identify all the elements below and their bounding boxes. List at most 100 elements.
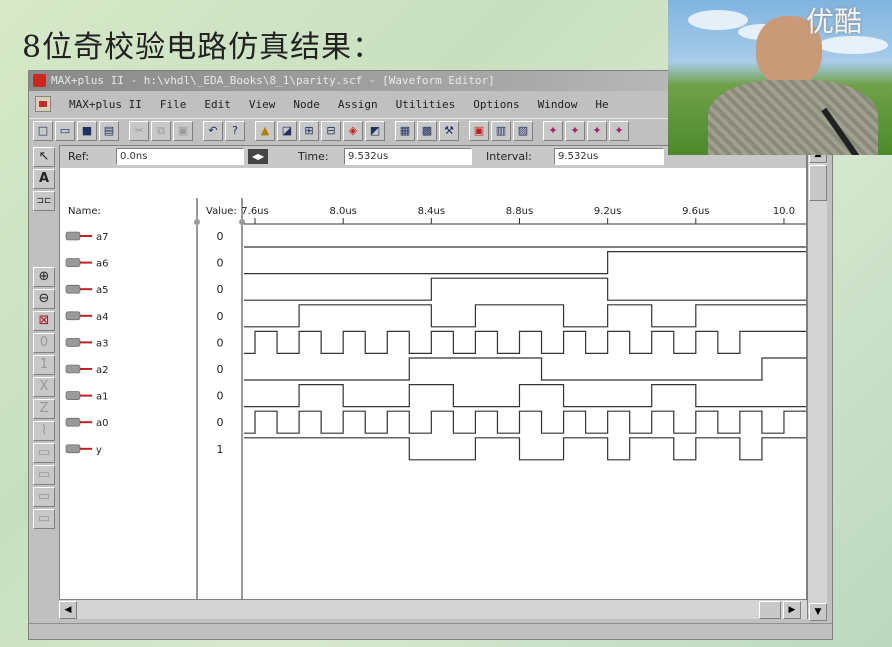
ref-field[interactable]: 0.0ns xyxy=(116,148,244,165)
invert-icon[interactable]: X xyxy=(33,377,55,397)
overwrite-clock-icon[interactable]: ⌇ xyxy=(33,421,55,441)
hierarchy-up-icon[interactable]: ▲ xyxy=(255,120,275,141)
waveform-canvas[interactable]: Name: Value: 7.6us 8.0us 8.4us 8.8us 9.2us 9.… xyxy=(60,168,806,600)
undo-icon[interactable]: ↶ xyxy=(203,120,223,141)
menu-node[interactable]: Node xyxy=(293,98,320,111)
floorplan-icon[interactable]: ◪ xyxy=(277,120,297,141)
vertical-thumb[interactable] xyxy=(809,165,827,201)
fit-window-icon[interactable]: ⊠ xyxy=(33,311,55,331)
time-field: 9.532us xyxy=(344,148,472,165)
stretch-icon[interactable]: ▭ xyxy=(33,509,55,529)
zoom-fit-icon[interactable]: ▥ xyxy=(491,120,511,141)
node-tool-icon[interactable]: ⊐⊏ xyxy=(33,191,55,211)
menu-edit[interactable]: Edit xyxy=(204,98,231,111)
input-pin-icon xyxy=(65,338,81,347)
scroll-down-icon[interactable]: ▼ xyxy=(809,603,827,621)
signal-name: y xyxy=(96,445,102,456)
waveform-trace-a0[interactable] xyxy=(244,410,806,434)
compile-run-icon[interactable]: ▨ xyxy=(513,120,533,141)
signal-rows: a7 0a6 0a5 0a4 0a3 0a2 0a1 0a0 0y 1 xyxy=(65,230,806,461)
help-icon[interactable]: ? xyxy=(225,120,245,141)
menu-assign[interactable]: Assign xyxy=(338,98,378,111)
name-column-header: Name: xyxy=(68,206,101,217)
signal-row-a2[interactable]: a2 0 xyxy=(65,357,806,381)
time-tick-label: 8.8us xyxy=(506,206,533,217)
pointer-icon[interactable]: ↖ xyxy=(33,147,55,167)
signal-row-a4[interactable]: a4 0 xyxy=(65,304,806,328)
signal-row-y[interactable]: y1 xyxy=(65,437,806,461)
signal-row-a3[interactable]: a3 0 xyxy=(65,330,806,354)
time-tick-label: 10.0 xyxy=(773,206,795,217)
waveform-trace-a4[interactable] xyxy=(244,304,806,328)
signal-name: a6 xyxy=(96,259,109,270)
signal-value: 1 xyxy=(217,443,224,456)
document-icon[interactable] xyxy=(35,96,51,112)
wave-low-icon[interactable]: ✦ xyxy=(565,120,585,141)
signal-row-a1[interactable]: a1 0 xyxy=(65,384,806,408)
signal-name: a4 xyxy=(96,312,109,323)
waveform-toolstrip: ↖ A ⊐⊏ ⊕ ⊖ ⊠ 0 1 X Z ⌇ ▭ ▭ ▭ ▭ xyxy=(31,145,57,615)
interval-label: Interval: xyxy=(486,150,532,163)
menu-maxplus[interactable]: MAX+plus II xyxy=(69,98,142,111)
wave-invert-icon[interactable]: ✦ xyxy=(587,120,607,141)
video-watermark: 优酷 xyxy=(805,5,862,38)
wave-high-icon[interactable]: ✦ xyxy=(543,120,563,141)
paste-icon[interactable]: ▣ xyxy=(173,120,193,141)
signal-row-a0[interactable]: a0 0 xyxy=(65,410,806,434)
zoom-in-icon[interactable]: ⊕ xyxy=(33,267,55,287)
waveform-trace-a1[interactable] xyxy=(244,384,806,408)
signal-row-a6[interactable]: a6 0 xyxy=(65,251,806,275)
time-axis: 7.6us 8.0us 8.4us 8.8us 9.2us 9.6us 10.0 xyxy=(241,206,795,224)
menu-utilities[interactable]: Utilities xyxy=(396,98,456,111)
waveform-trace-a2[interactable] xyxy=(244,357,806,381)
divider-handle[interactable] xyxy=(194,219,200,225)
save-compile-icon[interactable]: ⚒ xyxy=(439,120,459,141)
print-icon[interactable]: ▤ xyxy=(99,120,119,141)
open-icon[interactable]: ▭ xyxy=(55,120,75,141)
save-check-icon[interactable]: ▩ xyxy=(417,120,437,141)
menu-window[interactable]: Window xyxy=(538,98,578,111)
save-simulate-icon[interactable]: ▣ xyxy=(469,120,489,141)
waveform-trace-a3[interactable] xyxy=(244,330,806,354)
menu-options[interactable]: Options xyxy=(473,98,519,111)
signal-value: 0 xyxy=(217,230,224,243)
copy-icon[interactable]: ⧉ xyxy=(151,120,171,141)
signal-name: a3 xyxy=(96,338,109,349)
interval-field: 9.532us xyxy=(554,148,664,165)
force-low-icon[interactable]: 0 xyxy=(33,333,55,353)
menu-help[interactable]: He xyxy=(595,98,608,111)
signal-row-a5[interactable]: a5 0 xyxy=(65,277,806,301)
value-column-header: Value: xyxy=(206,206,237,217)
waveform-trace-a5[interactable] xyxy=(244,277,806,301)
timing-icon[interactable]: ◈ xyxy=(343,120,363,141)
force-high-icon[interactable]: 1 xyxy=(33,355,55,375)
input-pin-icon xyxy=(65,231,81,241)
count-icon[interactable]: Z xyxy=(33,399,55,419)
waveform-trace-y[interactable] xyxy=(244,437,806,461)
text-tool-icon[interactable]: A xyxy=(33,169,55,189)
wave-clock-icon[interactable]: ✦ xyxy=(609,120,629,141)
programmer-icon[interactable]: ◩ xyxy=(365,120,385,141)
menu-view[interactable]: View xyxy=(249,98,276,111)
compiler-icon[interactable]: ⊞ xyxy=(299,120,319,141)
cut-icon[interactable]: ✂ xyxy=(129,120,149,141)
group-icon[interactable]: ▭ xyxy=(33,443,55,463)
scroll-right-icon[interactable]: ▶ xyxy=(783,601,801,619)
waveform-trace-a6[interactable] xyxy=(244,251,806,275)
horizontal-scrollbar[interactable]: ◀ ▶ xyxy=(59,599,807,619)
save-icon[interactable]: ■ xyxy=(77,120,97,141)
menu-file[interactable]: File xyxy=(160,98,187,111)
new-icon[interactable]: □ xyxy=(33,120,53,141)
scroll-left-icon[interactable]: ◀ xyxy=(59,601,77,619)
zoom-out-icon[interactable]: ⊖ xyxy=(33,289,55,309)
hi-z-icon[interactable]: ▭ xyxy=(33,487,55,507)
ref-arrow-icon[interactable]: ◀▶ xyxy=(248,149,268,164)
simulator-icon[interactable]: ⊟ xyxy=(321,120,341,141)
undefined-icon[interactable]: ▭ xyxy=(33,465,55,485)
signal-row-a7[interactable]: a7 0 xyxy=(65,230,806,248)
vertical-scrollbar[interactable]: ▲ ▼ xyxy=(807,145,827,621)
signal-name: a1 xyxy=(96,392,109,403)
horizontal-thumb[interactable] xyxy=(759,601,781,619)
open-scf-icon[interactable]: ▦ xyxy=(395,120,415,141)
waveform-pane[interactable]: Ref: 0.0ns ◀▶ Time: 9.532us Interval: 9.… xyxy=(59,145,807,619)
